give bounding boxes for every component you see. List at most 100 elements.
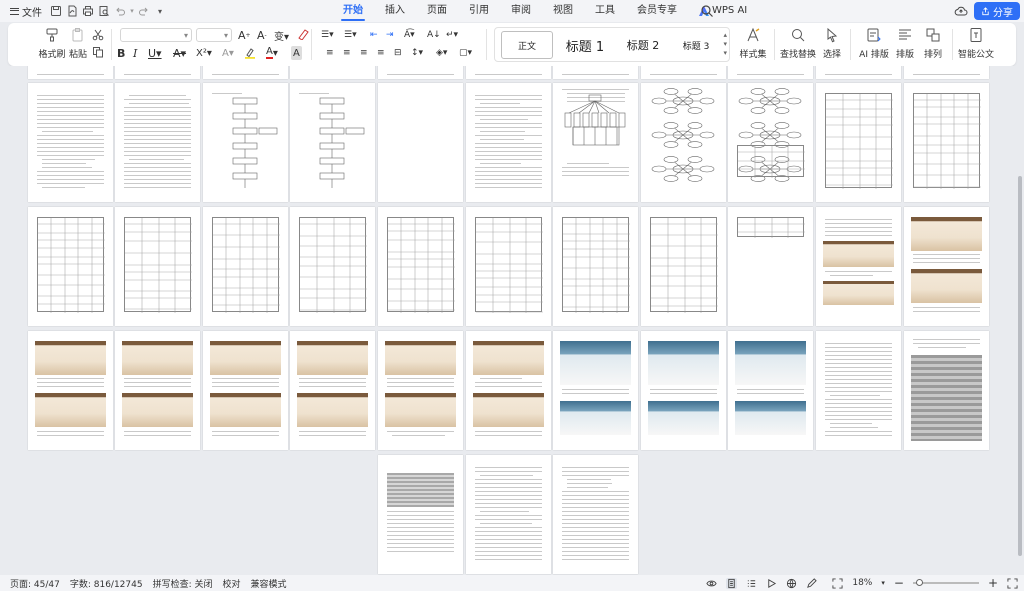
proofread-button[interactable]: 校对 <box>222 577 240 590</box>
document-page[interactable] <box>641 331 726 450</box>
document-page[interactable] <box>466 207 551 326</box>
zoom-slider[interactable] <box>913 582 979 584</box>
document-page[interactable] <box>728 83 813 202</box>
highlight-icon[interactable] <box>244 46 256 60</box>
tab-review[interactable]: 审阅 <box>500 0 542 22</box>
align-center-icon[interactable]: ≡ <box>343 46 351 60</box>
find-replace-button[interactable]: 查找替换 <box>778 27 818 60</box>
fit-page-icon[interactable] <box>832 578 843 589</box>
zoom-dropdown-icon[interactable]: ▾ <box>881 579 885 587</box>
document-page[interactable] <box>466 455 551 574</box>
read-mode-icon[interactable] <box>766 578 777 589</box>
increase-indent-icon[interactable]: ⇥ <box>386 28 394 42</box>
borders-icon[interactable]: ▢▾ <box>459 46 472 60</box>
style-normal[interactable]: 正文 <box>501 31 553 59</box>
file-menu[interactable]: 文件 <box>4 4 48 19</box>
document-page[interactable] <box>115 83 200 202</box>
underline-icon[interactable]: U▾ <box>148 46 162 60</box>
copy-icon[interactable] <box>92 45 104 59</box>
eye-protect-icon[interactable] <box>706 578 717 589</box>
page-view-icon[interactable] <box>726 578 737 589</box>
web-view-icon[interactable] <box>786 578 797 589</box>
shrink-font-icon[interactable]: A- <box>257 28 267 42</box>
document-page[interactable] <box>553 66 638 79</box>
document-page[interactable] <box>290 66 375 79</box>
document-page[interactable] <box>553 331 638 450</box>
document-page[interactable] <box>728 207 813 326</box>
select-button[interactable]: 选择 <box>818 27 846 60</box>
decrease-indent-icon[interactable]: ⇤ <box>370 28 378 42</box>
undo-dropdown-icon[interactable]: ▾ <box>128 3 136 19</box>
document-page[interactable] <box>466 83 551 202</box>
bullet-list-icon[interactable]: ☰▾ <box>321 28 334 42</box>
print-preview-icon[interactable] <box>96 3 112 19</box>
font-size-select[interactable]: ▾ <box>196 28 232 42</box>
gallery-scroll-icon[interactable]: ▴ ▾ ▾ <box>723 31 727 58</box>
document-page[interactable] <box>28 83 113 202</box>
italic-icon[interactable]: I <box>133 46 137 60</box>
fullscreen-icon[interactable] <box>1007 578 1018 589</box>
redo-icon[interactable] <box>136 3 152 19</box>
style-heading-3[interactable]: 标题 3 <box>673 31 719 59</box>
style-heading-2[interactable]: 标题 2 <box>615 31 671 59</box>
document-page[interactable] <box>553 207 638 326</box>
document-page[interactable] <box>466 331 551 450</box>
bold-icon[interactable]: B <box>117 46 125 60</box>
write-mode-icon[interactable] <box>806 578 817 589</box>
document-page[interactable] <box>28 331 113 450</box>
document-page[interactable] <box>904 66 989 79</box>
tab-tools[interactable]: 工具 <box>584 0 626 22</box>
phonetic-guide-icon[interactable]: 变▾ <box>274 28 289 42</box>
document-page[interactable] <box>290 83 375 202</box>
document-page[interactable] <box>28 207 113 326</box>
numbered-list-icon[interactable]: ☰▾ <box>344 28 357 42</box>
document-page[interactable] <box>203 83 288 202</box>
paste-button[interactable]: 粘贴 <box>62 27 94 60</box>
zoom-level[interactable]: 18% <box>852 578 872 588</box>
font-color-icon[interactable]: A ▾ <box>266 46 278 60</box>
document-page[interactable] <box>641 207 726 326</box>
document-page[interactable] <box>816 331 901 450</box>
tab-member[interactable]: 会员专享 <box>626 0 688 22</box>
shading-icon[interactable]: ◈▾ <box>436 46 447 60</box>
superscript-icon[interactable]: X²▾ <box>196 46 212 60</box>
print-icon[interactable] <box>80 3 96 19</box>
undo-icon[interactable] <box>112 3 128 19</box>
arrange-button[interactable]: 排列 <box>918 27 948 60</box>
export-pdf-icon[interactable] <box>64 3 80 19</box>
align-left-icon[interactable]: ≡ <box>326 46 334 60</box>
align-right-icon[interactable]: ≡ <box>360 46 368 60</box>
scrollbar-thumb[interactable] <box>1018 176 1022 556</box>
share-button[interactable]: 分享 <box>974 2 1020 20</box>
char-shading-icon[interactable]: A <box>291 46 302 60</box>
document-page[interactable] <box>290 207 375 326</box>
document-page[interactable] <box>203 207 288 326</box>
word-count[interactable]: 字数: 816/12745 <box>70 577 143 590</box>
document-page[interactable] <box>378 455 463 574</box>
strikethrough-icon[interactable]: A▾ <box>173 46 186 60</box>
justify-icon[interactable]: ≡ <box>377 46 385 60</box>
document-page[interactable] <box>203 66 288 79</box>
document-page[interactable] <box>816 207 901 326</box>
distributed-icon[interactable]: ⊟ <box>394 46 402 60</box>
save-icon[interactable] <box>48 3 64 19</box>
text-effect-icon[interactable]: A▾ <box>222 46 234 60</box>
sort-icon[interactable]: A↓ <box>427 28 441 42</box>
document-page[interactable] <box>378 83 463 202</box>
document-page[interactable] <box>115 331 200 450</box>
ai-layout-button[interactable]: AI 排版 <box>856 27 892 60</box>
cloud-sync-icon[interactable] <box>954 4 968 18</box>
document-page[interactable] <box>203 331 288 450</box>
tab-wps-ai[interactable]: WPS AI <box>688 0 758 22</box>
document-page[interactable] <box>641 83 726 202</box>
tab-home[interactable]: 开始 <box>332 0 374 22</box>
document-page[interactable] <box>466 66 551 79</box>
document-page[interactable] <box>290 331 375 450</box>
chinese-layout-icon[interactable]: A͡▾ <box>404 28 415 42</box>
document-page[interactable] <box>728 331 813 450</box>
vertical-scrollbar[interactable] <box>1016 66 1024 575</box>
zoom-out-icon[interactable]: − <box>894 576 904 590</box>
smart-doc-button[interactable]: 智能公文 <box>956 27 996 60</box>
layout-button[interactable]: 排版 <box>890 27 920 60</box>
search-icon[interactable] <box>700 4 714 18</box>
